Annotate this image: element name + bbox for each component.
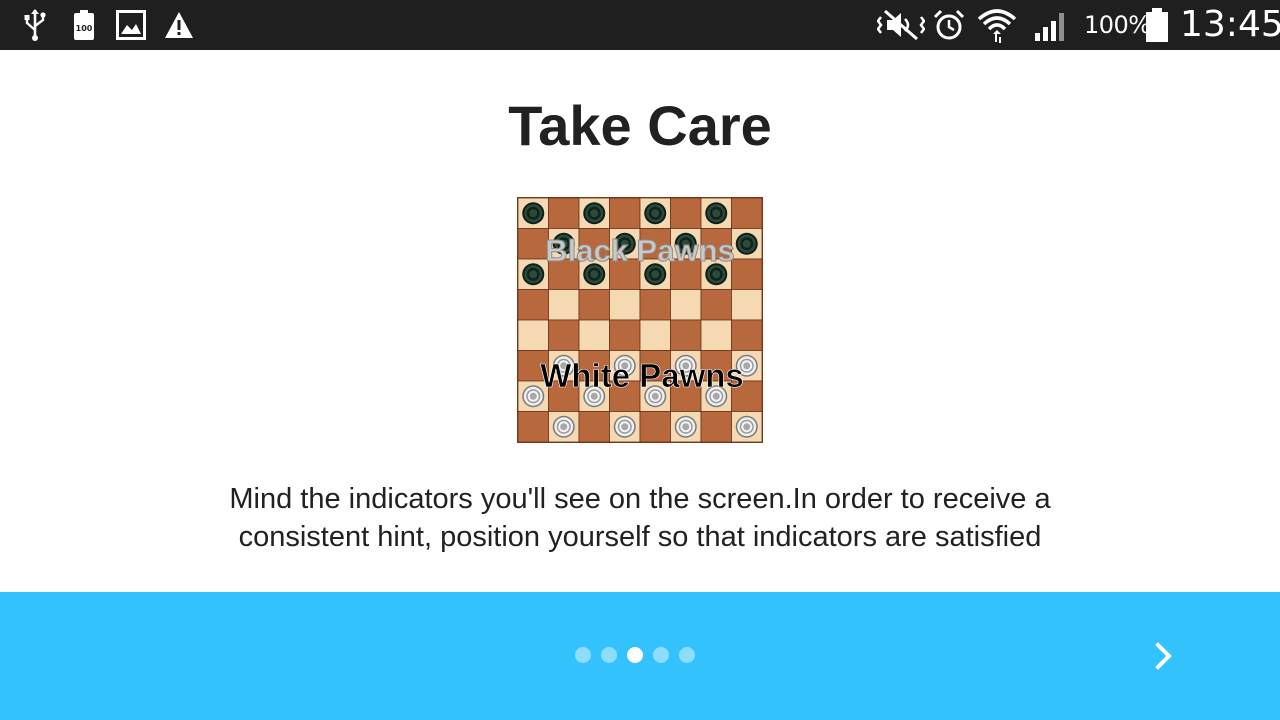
black-pawn bbox=[522, 202, 545, 225]
board-square bbox=[609, 289, 641, 321]
board-square bbox=[578, 289, 610, 321]
svg-text:100: 100 bbox=[76, 24, 93, 33]
board-square bbox=[731, 319, 763, 351]
board-square bbox=[731, 289, 763, 321]
gallery-icon bbox=[116, 0, 146, 50]
page-title: Take Care bbox=[508, 94, 772, 157]
board-square bbox=[731, 197, 763, 229]
page-dot bbox=[575, 647, 591, 663]
board-square bbox=[700, 319, 732, 351]
status-bar: 100 100% 13:45 bbox=[0, 0, 1280, 50]
board-square bbox=[639, 289, 671, 321]
white-pawns-label: White Pawns bbox=[540, 357, 744, 394]
status-clock: 13:45 bbox=[1180, 4, 1280, 45]
board-square bbox=[548, 197, 580, 229]
warning-icon bbox=[164, 0, 194, 50]
tutorial-description: Mind the indicators you'll see on the sc… bbox=[229, 483, 1051, 553]
black-pawn bbox=[583, 202, 606, 225]
board-square bbox=[578, 411, 610, 443]
bottom-navigation-bar bbox=[0, 592, 1280, 720]
next-button[interactable] bbox=[1140, 632, 1188, 680]
usb-icon bbox=[22, 0, 48, 50]
board-square bbox=[548, 289, 580, 321]
board-square bbox=[548, 319, 580, 351]
black-pawn bbox=[735, 232, 758, 255]
board-square bbox=[700, 289, 732, 321]
battery-saver-icon: 100 bbox=[73, 0, 95, 50]
page-dot bbox=[679, 647, 695, 663]
board-square bbox=[670, 197, 702, 229]
board-square bbox=[670, 319, 702, 351]
board-square bbox=[517, 319, 549, 351]
black-pawn bbox=[705, 202, 728, 225]
battery-icon bbox=[1145, 0, 1169, 50]
board-square bbox=[578, 319, 610, 351]
battery-percentage: 100% bbox=[1084, 11, 1151, 39]
mute-icon bbox=[877, 0, 925, 50]
board-square bbox=[670, 289, 702, 321]
board-square bbox=[609, 197, 641, 229]
black-pawn bbox=[644, 202, 667, 225]
checkers-board-image: Black Pawns White Pawns bbox=[517, 197, 763, 443]
signal-icon bbox=[1034, 0, 1068, 50]
white-pawn bbox=[674, 415, 697, 438]
board-square bbox=[517, 289, 549, 321]
board-square bbox=[639, 319, 671, 351]
white-pawn bbox=[552, 415, 575, 438]
white-pawn bbox=[735, 415, 758, 438]
board-square bbox=[639, 411, 671, 443]
black-pawns-label: Black Pawns bbox=[545, 233, 735, 268]
chevron-right-icon bbox=[1155, 642, 1172, 670]
white-pawn bbox=[613, 415, 636, 438]
wifi-icon bbox=[977, 0, 1017, 50]
board-square bbox=[517, 411, 549, 443]
board-square bbox=[700, 411, 732, 443]
page-dot bbox=[601, 647, 617, 663]
black-pawn bbox=[522, 263, 545, 286]
page-dot bbox=[653, 647, 669, 663]
board-square bbox=[517, 228, 549, 260]
board-square bbox=[609, 319, 641, 351]
alarm-icon bbox=[933, 0, 965, 50]
board-square bbox=[731, 258, 763, 290]
page-dot-active bbox=[627, 647, 643, 663]
